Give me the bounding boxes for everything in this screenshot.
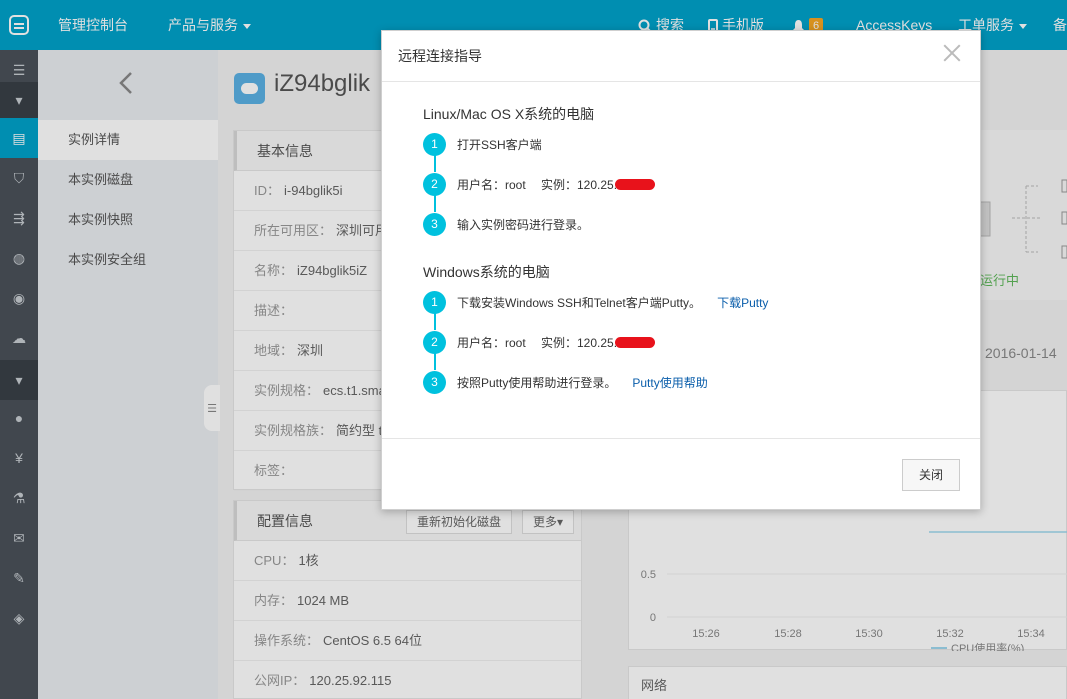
download-putty-link[interactable]: 下载Putty xyxy=(717,294,768,311)
step-number: 1 xyxy=(423,290,446,314)
windows-step-1: 1 下载安装Windows SSH和Telnet客户端Putty。 下载Putty xyxy=(423,290,768,314)
step-connector xyxy=(434,195,436,212)
windows-section-title: Windows系统的电脑 xyxy=(423,264,550,280)
close-icon[interactable] xyxy=(940,41,964,65)
step-number: 1 xyxy=(423,132,446,156)
step-text: 按照Putty使用帮助进行登录。 xyxy=(457,375,617,390)
dialog-footer: 关闭 xyxy=(382,438,980,510)
windows-step-3: 3 按照Putty使用帮助进行登录。 Putty使用帮助 xyxy=(423,370,708,394)
linux-section-title: Linux/Mac OS X系统的电脑 xyxy=(423,106,595,122)
redaction-mark xyxy=(615,178,656,190)
remote-connection-dialog: 远程连接指导 Linux/Mac OS X系统的电脑 1 打开SSH客户端 2 用户… xyxy=(381,30,981,510)
close-button[interactable]: 关闭 xyxy=(902,459,960,491)
step-number: 3 xyxy=(423,212,446,236)
linux-step-2: 2 用户名：root 实例：120.25. xyxy=(423,172,656,196)
step-connector xyxy=(434,353,436,370)
step-number: 2 xyxy=(423,172,446,196)
putty-help-link[interactable]: Putty使用帮助 xyxy=(632,374,707,391)
step-text: 输入实例密码进行登录。 xyxy=(457,217,590,232)
step-text: 下载安装Windows SSH和Telnet客户端Putty。 xyxy=(457,295,702,310)
step-number: 2 xyxy=(423,330,446,354)
linux-step-3: 3 输入实例密码进行登录。 xyxy=(423,212,589,236)
step-text: 打开SSH客户端 xyxy=(457,137,542,152)
step-connector xyxy=(434,313,436,330)
dialog-title: 远程连接指导 xyxy=(382,31,980,82)
windows-step-2: 2 用户名：root 实例：120.25. xyxy=(423,330,656,354)
step-number: 3 xyxy=(423,370,446,394)
step-text: 用户名：root 实例：120.25. xyxy=(457,335,618,350)
step-connector xyxy=(434,155,436,172)
linux-step-1: 1 打开SSH客户端 xyxy=(423,132,542,156)
step-text: 用户名：root 实例：120.25. xyxy=(457,177,618,192)
redaction-mark xyxy=(615,336,656,348)
